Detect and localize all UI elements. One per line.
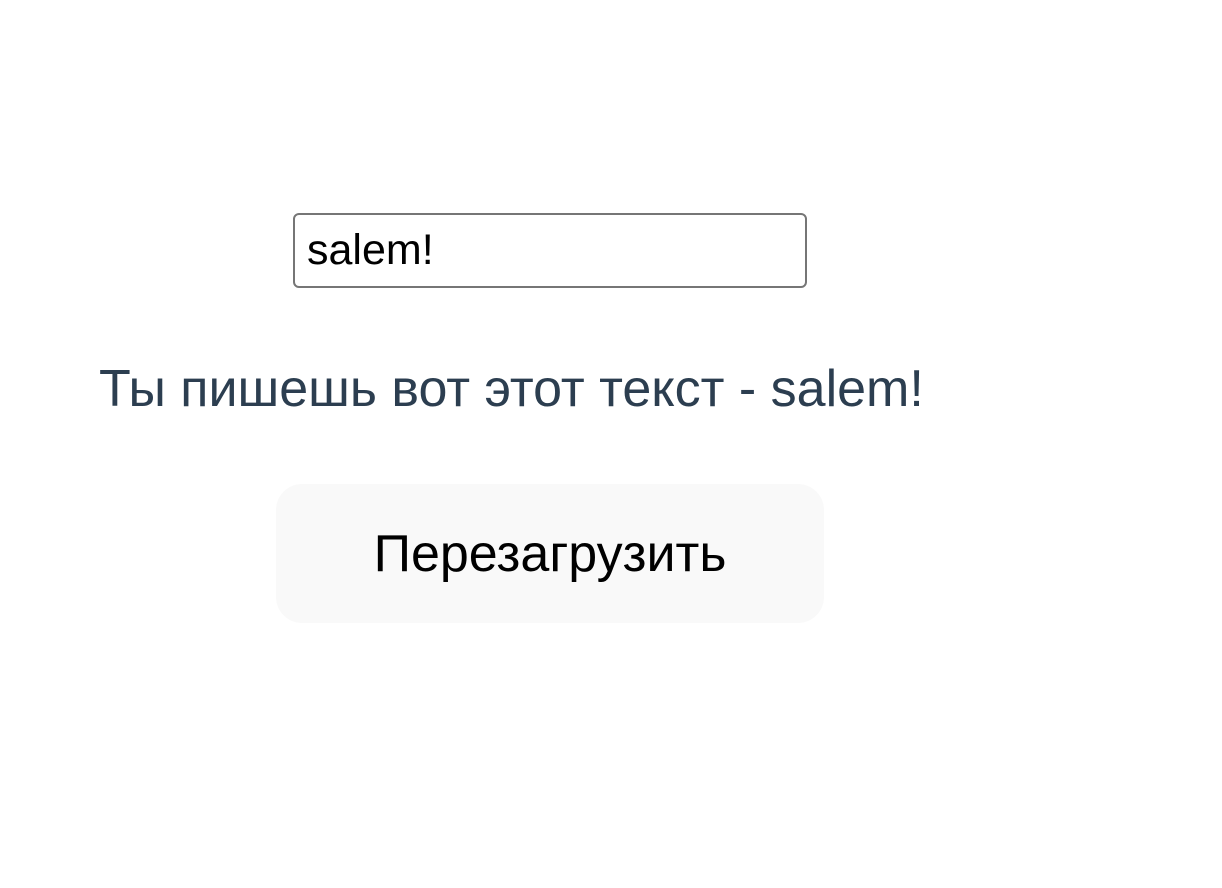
echo-text: Ты пишешь вот этот текст - salem!: [99, 360, 924, 418]
text-input[interactable]: [293, 213, 807, 288]
reload-button[interactable]: Перезагрузить: [276, 484, 824, 623]
